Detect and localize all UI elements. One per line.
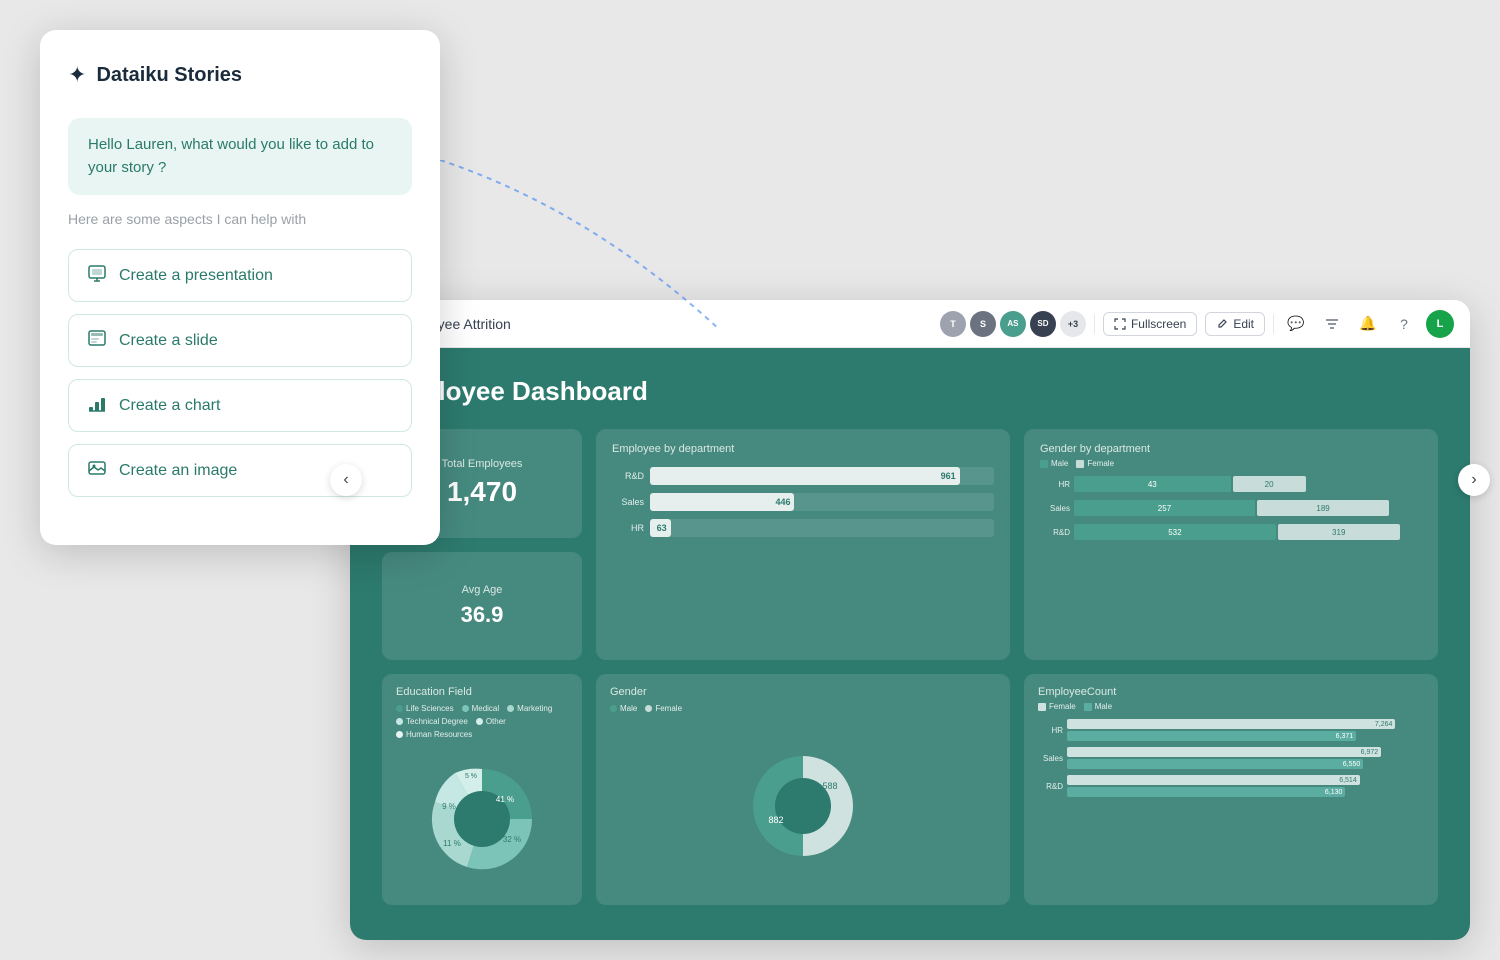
ai-panel-title: Dataiku Stories: [96, 64, 242, 87]
svg-text:41 %: 41 %: [496, 795, 514, 804]
comment-icon[interactable]: 💬: [1282, 310, 1310, 338]
education-title: Education Field: [396, 686, 568, 698]
svg-text:9 %: 9 %: [442, 802, 456, 811]
svg-text:32 %: 32 %: [503, 835, 521, 844]
create-presentation-label: Create a presentation: [119, 267, 273, 285]
dashboard-content: Employee Dashboard Total Employees 1,470…: [350, 348, 1470, 940]
create-slide-label: Create a slide: [119, 332, 218, 350]
toolbar-divider-2: [1273, 314, 1274, 334]
create-image-button[interactable]: Create an image: [68, 444, 412, 497]
legend-emp-male: Male: [1084, 702, 1112, 711]
legend-gender-female: Female: [645, 704, 682, 713]
emp-count-card: EmployeeCount Female Male HR 7,264 6,371: [1024, 674, 1438, 905]
education-donut-chart: 41 % 32 % 11 % 9 % 5 %: [427, 764, 537, 874]
legend-medical: Medical: [462, 704, 500, 713]
legend-life-sciences: Life Sciences: [396, 704, 454, 713]
avatar-s: S: [970, 311, 996, 337]
dashboard-title: Employee Dashboard: [382, 376, 1438, 407]
dept-chart-title: Employee by department: [612, 443, 994, 455]
gender-title: Gender: [610, 686, 996, 698]
avatar-as: AS: [1000, 311, 1026, 337]
toolbar-divider-1: [1094, 314, 1095, 334]
dept-chart-card: Employee by department R&D 961 Sales 446…: [596, 429, 1010, 660]
legend-female: Female: [1076, 459, 1114, 468]
gender-dept-card: Gender by department Male Female HR 43: [1024, 429, 1438, 660]
gender-card: Gender Male Female: [596, 674, 1010, 905]
emp-bar-rd: R&D 6,514 6,130: [1038, 775, 1424, 797]
user-avatar[interactable]: L: [1426, 310, 1454, 338]
dept-bar-rd: R&D 961: [612, 467, 994, 485]
emp-bar-hr: HR 7,264 6,371: [1038, 719, 1424, 741]
svg-text:11 %: 11 %: [443, 839, 461, 848]
slide-icon: [87, 328, 107, 353]
image-icon: [87, 458, 107, 483]
legend-marketing: Marketing: [507, 704, 552, 713]
dept-bar-hr: HR 63: [612, 519, 994, 537]
legend-male: Male: [1040, 459, 1068, 468]
filter-icon[interactable]: [1318, 310, 1346, 338]
ai-greeting-text: Hello Lauren, what would you like to add…: [88, 136, 374, 176]
legend-technical: Technical Degree: [396, 717, 468, 726]
create-image-label: Create an image: [119, 462, 237, 480]
avatar-sd: SD: [1030, 311, 1056, 337]
create-chart-button[interactable]: Create a chart: [68, 379, 412, 432]
svg-text:588: 588: [822, 781, 837, 791]
dashboard-window: ⊙ Employee Attrition T S AS SD +3 Fullsc…: [350, 300, 1470, 940]
chart-icon: [87, 393, 107, 418]
ai-subtitle: Here are some aspects I can help with: [68, 211, 412, 227]
education-card: Education Field Life Sciences Medical Ma…: [382, 674, 582, 905]
avatar-more[interactable]: +3: [1060, 311, 1086, 337]
ai-greeting-bubble: Hello Lauren, what would you like to add…: [68, 118, 412, 195]
avg-age-value: 36.9: [461, 602, 504, 628]
toolbar-avatars: T S AS SD +3: [940, 311, 1086, 337]
total-employees-label: Total Employees: [442, 458, 523, 470]
gender-dept-title: Gender by department: [1040, 443, 1422, 455]
gender-bar-hr: HR 43 20: [1040, 476, 1422, 492]
create-slide-button[interactable]: Create a slide: [68, 314, 412, 367]
gender-donut-chart: 588 882: [748, 751, 858, 861]
ai-panel-header: ✦ Dataiku Stories: [68, 62, 412, 88]
legend-gender-male: Male: [610, 704, 637, 713]
legend-hr-edu: Human Resources: [396, 730, 472, 739]
gender-bar-rd: R&D 532 319: [1040, 524, 1422, 540]
create-presentation-button[interactable]: Create a presentation: [68, 249, 412, 302]
dept-bar-sales: Sales 446: [612, 493, 994, 511]
avatar-t: T: [940, 311, 966, 337]
avg-age-label: Avg Age: [462, 584, 503, 596]
legend-emp-female: Female: [1038, 702, 1076, 711]
next-slide-button[interactable]: ›: [1458, 464, 1490, 496]
presentation-icon: [87, 263, 107, 288]
create-chart-label: Create a chart: [119, 397, 220, 415]
prev-slide-button[interactable]: ‹: [330, 464, 362, 496]
emp-count-title: EmployeeCount: [1038, 686, 1424, 698]
gender-bar-sales: Sales 257 189: [1040, 500, 1422, 516]
legend-other: Other: [476, 717, 506, 726]
svg-text:882: 882: [768, 815, 783, 825]
dotted-connector: [440, 160, 740, 360]
emp-bar-sales: Sales 6,972 6,550: [1038, 747, 1424, 769]
sparkle-icon: ✦: [68, 62, 86, 88]
notification-icon[interactable]: 🔔: [1354, 310, 1382, 338]
total-employees-value: 1,470: [447, 476, 517, 508]
fullscreen-button[interactable]: Fullscreen: [1103, 312, 1197, 336]
svg-text:5 %: 5 %: [465, 773, 477, 780]
edit-button[interactable]: Edit: [1205, 312, 1265, 336]
ai-panel: ✦ Dataiku Stories Hello Lauren, what wou…: [40, 30, 440, 545]
avg-age-card: Avg Age 36.9: [382, 552, 582, 661]
help-icon[interactable]: ?: [1390, 310, 1418, 338]
dashboard-grid: Total Employees 1,470 Avg Age 36.9 Emplo…: [382, 429, 1438, 905]
